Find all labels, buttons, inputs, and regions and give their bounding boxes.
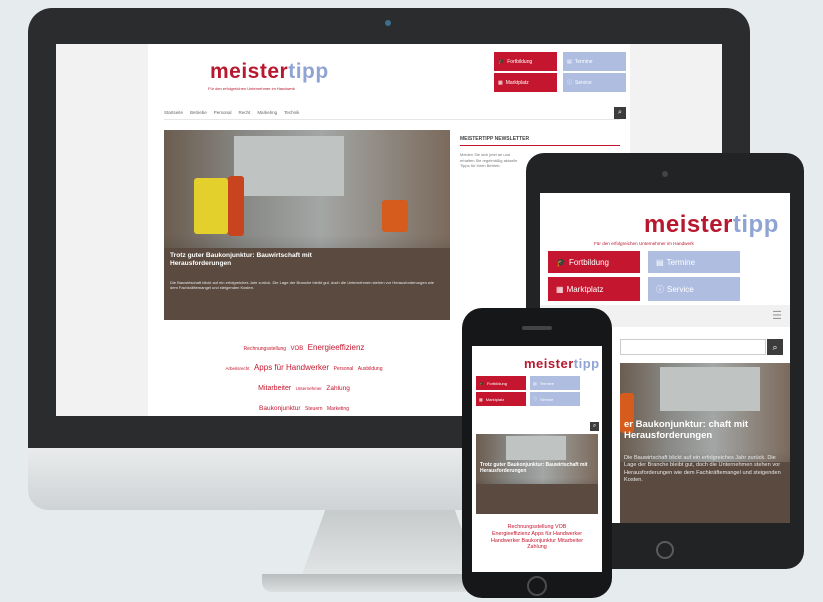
newsletter-text: Melden Sie sich jetzt an und erhalten Si…: [460, 152, 518, 169]
calendar-icon: ▤: [567, 58, 572, 65]
phone-speaker: [522, 326, 552, 330]
storefront-icon: ▦: [479, 396, 483, 402]
tablet-site-tagline: Für den erfolgreichen Unternehmer im Han…: [594, 241, 694, 246]
tablet-site-logo[interactable]: meistertipp: [644, 211, 779, 239]
tablet-service-button[interactable]: ⓘ Service: [648, 277, 740, 301]
nav-item-personal[interactable]: Personal: [214, 110, 232, 115]
tag-link[interactable]: Personal: [334, 366, 354, 372]
tablet-search-button[interactable]: ⌕: [767, 339, 783, 355]
tag-link[interactable]: VOB: [291, 346, 304, 352]
phone-home-button[interactable]: [527, 576, 547, 596]
phone-search-button[interactable]: ⌕: [590, 422, 599, 431]
fortbildung-button[interactable]: 🎓 Fortbildung: [494, 52, 557, 71]
phone-screen: meistertipp 🎓 Fortbildung ▦ Marktplatz ▤ Te…: [472, 346, 602, 572]
site-logo[interactable]: meistertipp: [210, 60, 329, 84]
tag-link[interactable]: Arbeitsrecht: [225, 366, 249, 371]
construction-ground: [476, 483, 598, 514]
service-button[interactable]: ⓘ Service: [563, 73, 626, 92]
tag-link[interactable]: Baukonjunktur: [259, 405, 301, 412]
search-icon: ⌕: [618, 109, 622, 116]
termine-button[interactable]: ▤ Termine: [563, 52, 626, 71]
nav-item-marketing[interactable]: Marketing: [257, 110, 277, 115]
tag-link[interactable]: Apps für Handwerker: [254, 363, 329, 372]
tag-link[interactable]: Mitarbeiter: [258, 385, 291, 392]
phone-site-logo[interactable]: meistertipp: [524, 356, 600, 371]
phone-device: meistertipp 🎓 Fortbildung ▦ Marktplatz ▤ Te…: [462, 308, 612, 598]
nav-item-recht[interactable]: Recht: [239, 110, 251, 115]
calendar-icon: ▤: [533, 380, 537, 386]
info-icon: ⓘ: [533, 396, 537, 401]
tag-link[interactable]: Steuern: [305, 406, 323, 412]
tag-link[interactable]: Ausbildung: [358, 366, 383, 372]
tag-link[interactable]: Marketing: [327, 406, 349, 412]
tablet-fortbildung-button[interactable]: 🎓 Fortbildung: [548, 251, 640, 273]
graduation-cap-icon: 🎓: [556, 257, 566, 267]
tablet-search-input[interactable]: [620, 339, 766, 355]
phone-hero-title[interactable]: Trotz guter Baukonjunktur: Bauwirtschaft…: [480, 462, 592, 474]
phone-service-button[interactable]: ⓘ Service: [530, 392, 580, 406]
tablet-hero-image[interactable]: er Baukonjunktur: chaft mit Herausforder…: [620, 363, 790, 523]
search-icon: ⌕: [592, 423, 597, 429]
marktplatz-button[interactable]: ▦ Marktplatz: [494, 73, 557, 92]
tablet-termine-button[interactable]: ▤ Termine: [648, 251, 740, 273]
nav-item-technik[interactable]: Technik: [284, 110, 299, 115]
scaffold-wall: [660, 367, 760, 411]
phone-hero-image[interactable]: Trotz guter Baukonjunktur: Bauwirtschaft…: [476, 434, 598, 514]
hero-text: Die Bauwirtschaft blickt auf ein erfolgr…: [170, 280, 434, 291]
hero-title[interactable]: Trotz guter Baukonjunktur: Bauwirtschaft…: [170, 252, 370, 268]
tag-link[interactable]: Rechnungsstellung: [244, 346, 287, 352]
nav-item-betriebe[interactable]: Betriebe: [190, 110, 207, 115]
search-button[interactable]: ⌕: [614, 107, 626, 119]
worker-figure: [194, 178, 228, 234]
phone-fortbildung-button[interactable]: 🎓 Fortbildung: [476, 376, 526, 390]
worker-figure: [382, 200, 408, 232]
site-tagline: Für den erfolgreichen Unternehmer im Han…: [208, 86, 295, 91]
graduation-cap-icon: 🎓: [498, 58, 505, 65]
newsletter-heading: MEISTERTIPP NEWSLETTER: [460, 136, 620, 146]
storefront-icon: ▦: [556, 284, 564, 294]
tablet-hero-title[interactable]: er Baukonjunktur: chaft mit Herausforder…: [624, 419, 790, 442]
search-icon: ⌕: [772, 341, 778, 352]
main-navigation: Startseite Betriebe Personal Recht Marke…: [164, 106, 620, 120]
tablet-home-button[interactable]: [656, 541, 674, 559]
hero-image[interactable]: Trotz guter Baukonjunktur: Bauwirtschaft…: [164, 130, 450, 320]
graduation-cap-icon: 🎓: [479, 380, 484, 386]
phone-marktplatz-button[interactable]: ▦ Marktplatz: [476, 392, 526, 406]
phone-termine-button[interactable]: ▤ Termine: [530, 376, 580, 390]
tag-cloud: Rechnungsstellung VOB Energieeffizienz A…: [204, 336, 404, 416]
info-icon: ⓘ: [567, 80, 573, 86]
scaffold-wall: [234, 136, 344, 196]
storefront-icon: ▦: [498, 79, 503, 86]
nav-item-startseite[interactable]: Startseite: [164, 110, 183, 115]
phone-tag-cloud[interactable]: Rechnungsstellung VOB Energieeffizienz A…: [490, 524, 584, 551]
tag-link[interactable]: Energieeffizienz: [308, 343, 365, 352]
worker-figure: [228, 176, 244, 236]
scaffold-wall: [506, 436, 566, 460]
tablet-camera: [662, 171, 668, 177]
tablet-hero-text: Die Bauwirtschaft blickt auf ein erfolgr…: [624, 455, 781, 483]
monitor-stand: [300, 510, 480, 580]
info-icon: ⓘ: [656, 284, 664, 294]
webcam: [385, 20, 391, 26]
tag-link[interactable]: Unternehmer: [296, 386, 322, 391]
tablet-marktplatz-button[interactable]: ▦ Marktplatz: [548, 277, 640, 301]
hamburger-menu-icon[interactable]: ☰: [772, 309, 782, 322]
tag-link[interactable]: Zahlung: [326, 385, 350, 392]
calendar-icon: ▤: [656, 257, 664, 267]
